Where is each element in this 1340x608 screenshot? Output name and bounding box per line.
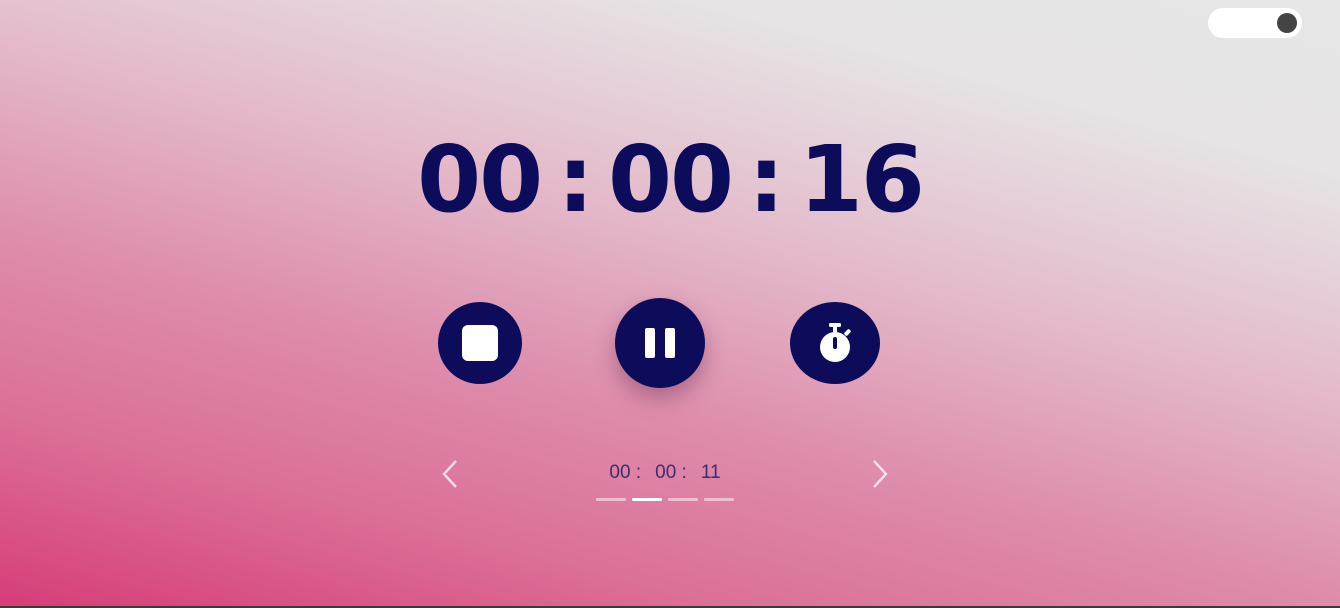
stop-icon bbox=[462, 325, 498, 361]
theme-toggle[interactable] bbox=[1208, 8, 1302, 38]
timer-seconds: 16 bbox=[798, 126, 925, 233]
stop-button[interactable] bbox=[438, 302, 522, 384]
timer-minutes: 00 bbox=[607, 126, 734, 233]
lap-button[interactable] bbox=[790, 302, 880, 384]
timer-separator: : bbox=[557, 126, 594, 233]
prev-lap-button[interactable] bbox=[440, 458, 462, 494]
next-lap-button[interactable] bbox=[868, 458, 890, 494]
pagination-dot[interactable] bbox=[596, 498, 626, 501]
timer-hours: 00 bbox=[417, 126, 543, 233]
lap-hours: 00 bbox=[609, 462, 631, 483]
lap-time: 00 :00 :11 bbox=[540, 462, 790, 484]
lap-seconds: 11 bbox=[700, 462, 721, 483]
pagination-dot[interactable] bbox=[704, 498, 734, 501]
lap-minutes: 00 bbox=[655, 462, 677, 483]
chevron-left-icon bbox=[442, 460, 457, 488]
pause-icon bbox=[645, 328, 675, 358]
chevron-right-icon bbox=[873, 460, 888, 488]
timer-display: 00:00:16 bbox=[370, 128, 970, 232]
pagination-dot[interactable] bbox=[668, 498, 698, 501]
pagination-dot-active[interactable] bbox=[632, 498, 662, 501]
timer-separator: : bbox=[748, 126, 785, 233]
pause-button[interactable] bbox=[615, 298, 705, 388]
lap-pagination bbox=[596, 498, 734, 501]
toggle-knob bbox=[1277, 13, 1297, 33]
stopwatch-icon bbox=[820, 323, 851, 362]
